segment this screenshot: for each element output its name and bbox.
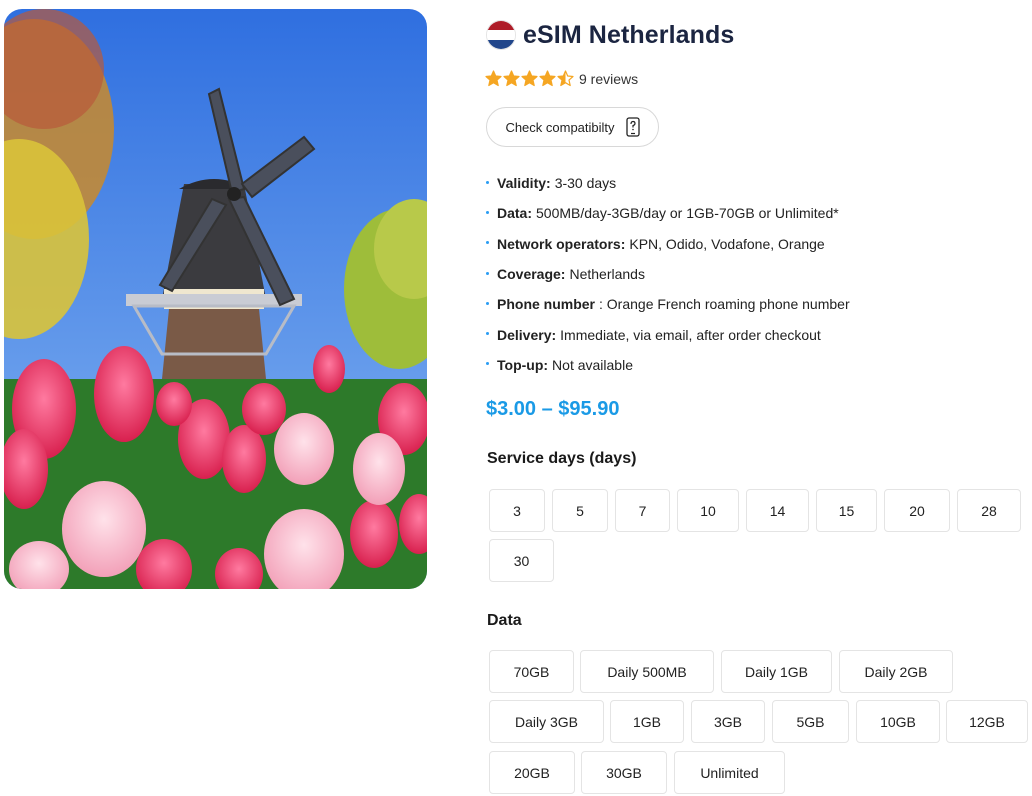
service-days-option[interactable]: 28 [957, 489, 1021, 532]
rating-stars [485, 70, 575, 87]
data-option[interactable]: Unlimited [674, 751, 785, 794]
data-option[interactable]: Daily 2GB [839, 650, 953, 693]
spec-value: Not available [552, 356, 633, 373]
service-days-option[interactable]: 15 [816, 489, 877, 532]
check-compatibility-label: Check compatibilty [505, 119, 615, 135]
service-days-option[interactable]: 30 [489, 539, 554, 582]
product-image [4, 9, 427, 589]
rating[interactable]: 9 reviews [485, 70, 638, 87]
windmill-tulips-image [4, 9, 427, 589]
spec-item: Coverage: Netherlands [486, 259, 850, 289]
data-option[interactable]: 1GB [610, 700, 684, 743]
star-full-icon [503, 70, 520, 87]
spec-item: Delivery: Immediate, via email, after ord… [486, 319, 850, 349]
data-option[interactable]: 10GB [856, 700, 940, 743]
spec-label: Delivery: [497, 326, 557, 343]
service-days-label: Service days (days) [487, 450, 637, 467]
bullet-icon [486, 180, 489, 184]
bullet-icon [486, 210, 489, 214]
data-option[interactable]: Daily 500MB [580, 650, 714, 693]
data-option[interactable]: Daily 1GB [721, 650, 832, 693]
spec-label: Data: [497, 205, 533, 222]
spec-label: Top-up: [497, 356, 549, 373]
data-option[interactable]: 12GB [946, 700, 1028, 743]
service-days-option[interactable]: 5 [552, 489, 608, 532]
star-full-icon [539, 70, 556, 87]
bullet-icon [486, 241, 489, 245]
spec-label: Coverage: [497, 266, 566, 283]
spec-label: Network operators: [497, 235, 626, 252]
service-days-option[interactable]: 20 [884, 489, 950, 532]
spec-value: 3-30 days [554, 175, 617, 192]
price-range: $3.00 – $95.90 [486, 398, 620, 420]
phone-question-icon [625, 117, 640, 137]
spec-value: 500MB/day-3GB/day or 1GB-70GB or Unlimit… [536, 205, 839, 222]
product-title: eSIM Netherlands [523, 20, 735, 49]
netherlands-flag-icon [486, 20, 516, 50]
data-option[interactable]: 30GB [581, 751, 667, 794]
service-days-option[interactable]: 14 [746, 489, 809, 532]
spec-value: Netherlands [569, 266, 645, 283]
spec-item: Phone number: Orange French roaming phon… [486, 289, 850, 319]
data-option[interactable]: 20GB [489, 751, 575, 794]
star-full-icon [521, 70, 538, 87]
data-option[interactable]: 70GB [489, 650, 574, 693]
product-header: eSIM Netherlands [486, 20, 734, 50]
data-label: Data [487, 612, 522, 629]
spec-value: KPN, Odido, Vodafone, Orange [629, 235, 825, 252]
spec-item: Validity: 3-30 days [486, 168, 850, 198]
spec-label: Validity: [497, 175, 551, 192]
bullet-icon [486, 271, 489, 275]
product-specs: Validity: 3-30 days Data: 500MB/day-3GB/day… [486, 168, 850, 380]
bullet-icon [486, 332, 489, 336]
data-option[interactable]: Daily 3GB [489, 700, 604, 743]
service-days-option[interactable]: 7 [615, 489, 670, 532]
service-days-option[interactable]: 3 [489, 489, 545, 532]
spec-item: Top-up: Not available [486, 350, 850, 380]
data-option[interactable]: 5GB [772, 700, 849, 743]
service-days-option[interactable]: 10 [677, 489, 739, 532]
spec-item: Data: 500MB/day-3GB/day or 1GB-70GB or Un… [486, 198, 850, 228]
spec-label: Phone number [497, 296, 596, 313]
bullet-icon [486, 362, 489, 366]
reviews-count[interactable]: 9 reviews [579, 71, 638, 87]
star-half-icon [557, 70, 574, 87]
flag-stripe-blue [487, 39, 515, 49]
spec-value: : Orange French roaming phone number [599, 296, 850, 313]
bullet-icon [486, 301, 489, 305]
spec-value: Immediate, via email, after order checko… [560, 326, 821, 343]
star-full-icon [485, 70, 502, 87]
flag-stripe-white [487, 30, 515, 40]
flag-stripe-red [487, 21, 515, 31]
spec-item: Network operators: KPN, Odido, Vodafone, … [486, 229, 850, 259]
data-option[interactable]: 3GB [691, 700, 765, 743]
check-compatibility-button[interactable]: Check compatibilty [486, 107, 659, 147]
